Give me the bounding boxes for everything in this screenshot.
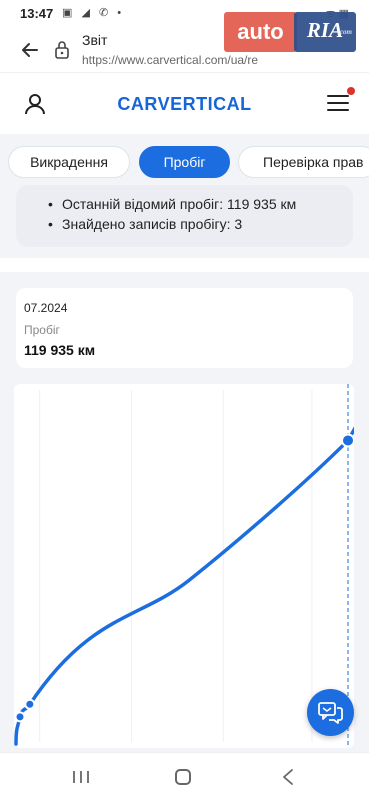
summary-text: Останній відомий пробіг: 119 935 км bbox=[62, 196, 297, 212]
tab-theft[interactable]: Викрадення bbox=[8, 146, 130, 178]
tab-rights-check[interactable]: Перевірка прав bbox=[238, 146, 369, 178]
home-icon[interactable] bbox=[175, 769, 191, 785]
chat-icon bbox=[318, 702, 343, 724]
carvertical-logo[interactable]: CARVERTICAL bbox=[0, 94, 369, 115]
section-tabs: Викрадення Пробіг Перевірка прав bbox=[0, 134, 369, 325]
mileage-tooltip-card: 07.2024 Пробіг 119 935 км bbox=[16, 288, 353, 368]
summary-item: • Знайдено записів пробігу: 3 bbox=[48, 216, 243, 232]
mileage-chart[interactable] bbox=[14, 384, 354, 748]
back-arrow-icon[interactable] bbox=[20, 40, 40, 60]
tab-mileage[interactable]: Пробіг bbox=[139, 146, 230, 178]
url-field[interactable]: https://www.carvertical.com/ua/re bbox=[82, 53, 282, 67]
autoria-watermark: auto RIA .com bbox=[224, 12, 357, 54]
site-header: CARVERTICAL bbox=[0, 72, 369, 134]
chart-svg bbox=[14, 384, 354, 748]
record-label: Пробіг bbox=[24, 323, 60, 337]
watermark-com: .com bbox=[338, 28, 352, 36]
section-divider bbox=[0, 258, 369, 272]
recent-apps-icon[interactable] bbox=[72, 770, 90, 784]
page-title: Звіт bbox=[82, 32, 108, 48]
status-time: 13:47 bbox=[20, 6, 54, 21]
record-value: 119 935 км bbox=[24, 342, 96, 358]
system-nav-bar bbox=[0, 752, 369, 800]
chart-data-point[interactable] bbox=[341, 433, 354, 448]
notification-icons: ▣ ◢ ✆ • bbox=[62, 7, 125, 19]
back-icon[interactable] bbox=[281, 768, 295, 786]
chat-button[interactable] bbox=[307, 689, 354, 736]
lock-icon[interactable] bbox=[54, 40, 70, 60]
notification-dot bbox=[347, 87, 355, 95]
watermark-ria: RIA .com bbox=[294, 12, 356, 52]
hamburger-menu-icon[interactable] bbox=[327, 93, 349, 113]
bullet-icon: • bbox=[48, 196, 53, 212]
bullet-icon: • bbox=[48, 216, 53, 232]
screen: 13:47 ▣ ◢ ✆ • ᯤ ▦ auto RIA .com Звіт htt… bbox=[0, 0, 369, 800]
record-date: 07.2024 bbox=[24, 301, 68, 315]
summary-item: • Останній відомий пробіг: 119 935 км bbox=[48, 196, 297, 212]
chart-data-point[interactable] bbox=[24, 698, 36, 710]
summary-text: Знайдено записів пробігу: 3 bbox=[62, 216, 243, 232]
watermark-auto: auto bbox=[224, 12, 297, 52]
chart-data-point[interactable] bbox=[14, 711, 26, 723]
chart-series-line bbox=[14, 426, 354, 746]
